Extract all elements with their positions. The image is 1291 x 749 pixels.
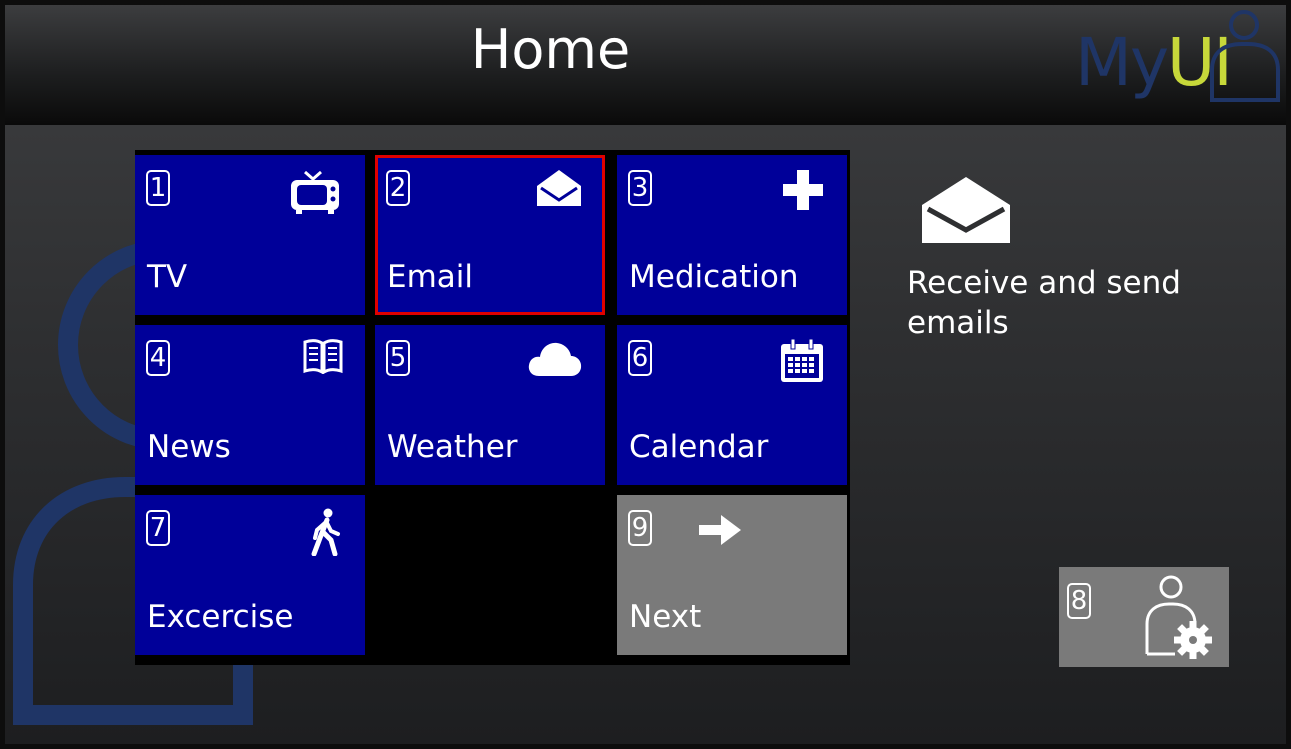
tile-calendar[interactable]: 6 Calendar: [617, 325, 847, 485]
tile-label: Calendar: [629, 429, 769, 465]
book-open-icon: [303, 339, 343, 374]
app-screen: Home MyUI 1 TV 2 Email 3 Medication 4 Ne…: [5, 5, 1286, 744]
tv-icon: [291, 170, 339, 214]
tile-label: News: [147, 429, 231, 465]
arrow-right-icon: [699, 515, 741, 545]
logo-my: My: [1075, 24, 1169, 101]
tile-email[interactable]: 2 Email: [375, 155, 605, 315]
tile-label: Email: [387, 259, 474, 295]
tile-label: Excercise: [147, 599, 294, 635]
cloud-icon: [528, 342, 582, 376]
envelope-open-icon: [537, 170, 581, 206]
tile-number: 5: [386, 340, 410, 376]
plus-icon: [783, 170, 823, 210]
tile-medication[interactable]: 3 Medication: [617, 155, 847, 315]
tile-number: 2: [386, 170, 410, 206]
tile-number: 6: [628, 340, 652, 376]
walking-person-icon: [311, 508, 340, 556]
header-bar: Home MyUI: [5, 5, 1286, 125]
tile-next[interactable]: 9 Next: [617, 495, 847, 655]
tile-number: 8: [1067, 583, 1091, 619]
tile-label: Next: [629, 599, 702, 635]
tile-excercise[interactable]: 7 Excercise: [135, 495, 365, 655]
tile-number: 7: [146, 510, 170, 546]
tile-label: TV: [147, 259, 188, 295]
user-settings-icon: [1145, 575, 1212, 659]
tile-news[interactable]: 4 News: [135, 325, 365, 485]
tile-label: Weather: [387, 429, 518, 465]
tile-label: Medication: [629, 259, 799, 295]
tile-number: 3: [628, 170, 652, 206]
calendar-icon: [781, 338, 823, 382]
user-settings-button[interactable]: 8: [1059, 567, 1229, 667]
myui-logo: MyUI: [1075, 8, 1286, 108]
envelope-open-icon: [922, 177, 1010, 243]
logo-person-icon: [1210, 10, 1280, 102]
tile-number: 1: [146, 170, 170, 206]
tile-weather[interactable]: 5 Weather: [375, 325, 605, 485]
tile-description: Receive and send emails: [907, 265, 1181, 341]
tile-tv[interactable]: 1 TV: [135, 155, 365, 315]
tile-number: 4: [146, 340, 170, 376]
page-title: Home: [470, 18, 631, 81]
tile-number: 9: [628, 510, 652, 546]
